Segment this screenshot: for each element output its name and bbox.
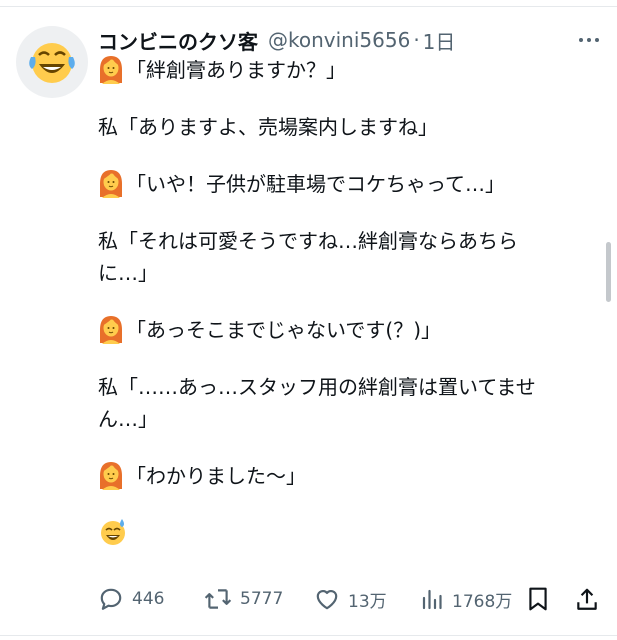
line-1-text: 「絆創膏ありますか？」 (126, 58, 346, 82)
tweet-line: 「いや！子供が駐車場でコケちゃって…」 (98, 168, 586, 200)
retweet-count: 5777 (240, 589, 284, 609)
line-3-text: 「いや！子供が駐車場でコケちゃって…」 (126, 172, 505, 196)
more-icon[interactable] (576, 32, 602, 48)
scrollbar-thumb[interactable] (606, 242, 611, 302)
tweet-line: 「わかりました〜」 (98, 460, 586, 492)
share-button[interactable] (574, 584, 608, 614)
woman-emoji-icon (100, 56, 122, 84)
retweet-button[interactable]: 5777 (204, 584, 283, 614)
views-button[interactable]: 1768万 (420, 584, 512, 614)
action-bar: 446 5777 13万 1768万 (98, 584, 606, 614)
woman-emoji-icon (100, 462, 122, 490)
tweet-line: 私「……あっ…スタッフ用の絆創膏は置いてませ (98, 375, 536, 399)
like-button[interactable]: 13万 (314, 584, 387, 614)
bookmark-icon (529, 587, 547, 611)
like-count: 13万 (348, 591, 387, 612)
line-7-text: 「わかりました〜」 (126, 464, 306, 488)
top-divider (0, 0, 617, 7)
tweet-line: 「絆創膏ありますか？」 (98, 54, 586, 86)
like-icon (316, 590, 338, 610)
tweet-header: コンビニのクソ客 @konvini5656 · 1日 (98, 26, 455, 54)
tweet-time[interactable]: 1日 (423, 26, 456, 55)
author-handle[interactable]: @konvini5656 (268, 28, 410, 52)
tweet-line: 私「ありますよ、売場案内しますね」 (98, 115, 438, 139)
views-count: 1768万 (452, 591, 513, 612)
author-name[interactable]: コンビニのクソ客 (98, 26, 258, 55)
tweet-line: 私「それは可愛そうですね…絆創膏ならあちら (98, 229, 518, 253)
woman-emoji-icon (100, 170, 122, 198)
sweat-smile-emoji-icon (101, 519, 125, 545)
tweet-line: に…」 (98, 261, 158, 285)
tweet-line: ん…」 (98, 407, 158, 431)
tweet-body: 「絆創膏ありますか？」 私「ありますよ、売場案内しますね」 「いや！子供が駐車場… (98, 54, 586, 550)
views-icon (422, 589, 442, 610)
laughing-tears-emoji-icon (29, 43, 75, 83)
reply-icon (100, 588, 122, 610)
woman-emoji-icon (100, 316, 122, 344)
share-icon (577, 588, 597, 610)
avatar[interactable] (16, 26, 88, 98)
reply-count: 446 (132, 589, 165, 609)
separator-dot: · (413, 28, 420, 52)
line-5-text: 「あっそこまでじゃないです(？)」 (126, 318, 442, 342)
tweet-line (98, 517, 586, 550)
bookmark-button[interactable] (527, 584, 557, 614)
bottom-divider (0, 635, 617, 636)
tweet-line: 「あっそこまでじゃないです(？)」 (98, 314, 586, 346)
reply-button[interactable]: 446 (98, 584, 164, 614)
retweet-icon (204, 589, 232, 609)
